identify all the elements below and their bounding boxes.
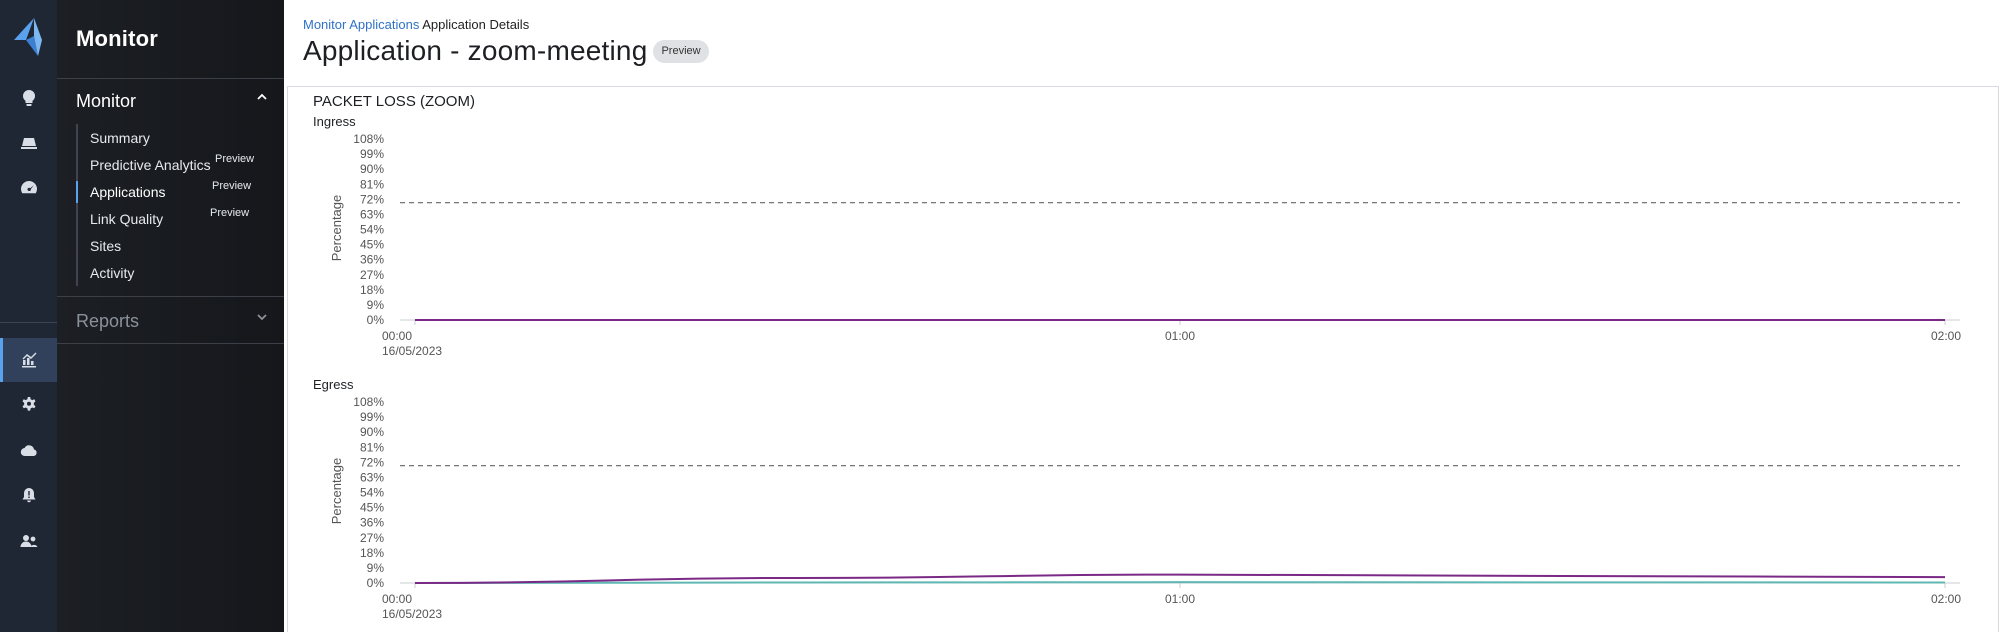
sidebar-item-link-quality[interactable]: Link Quality Preview — [78, 205, 276, 232]
y-tick-label: 9% — [367, 561, 385, 575]
x-tick-label: 02:00 — [1931, 592, 1961, 606]
series-line — [414, 581, 1946, 584]
icon-rail — [0, 0, 57, 632]
breadcrumb-link[interactable]: Monitor Applications — [303, 17, 419, 32]
y-axis-label: Percentage — [329, 458, 344, 525]
sidebar-item-label: Activity — [90, 264, 135, 281]
device-icon[interactable] — [0, 121, 57, 165]
monitor-submenu: Summary Predictive Analytics Preview App… — [76, 124, 276, 286]
logo-icon[interactable] — [12, 18, 44, 56]
y-tick-label: 36% — [360, 253, 384, 267]
sidebar-item-label: Link Quality — [90, 210, 164, 227]
breadcrumb-current: Application Details — [422, 17, 530, 32]
y-tick-label: 72% — [360, 192, 384, 206]
y-tick-label: 99% — [360, 147, 384, 161]
sidebar-item-label: Predictive Analytics — [90, 156, 211, 173]
y-tick-label: 90% — [360, 425, 384, 439]
sidebar-item-label: Summary — [90, 129, 150, 146]
x-tick-label: 01:00 — [1165, 592, 1195, 606]
sidebar-item-sites[interactable]: Sites — [78, 232, 276, 259]
y-tick-label: 27% — [360, 268, 384, 282]
sidebar-item-activity[interactable]: Activity — [78, 259, 276, 286]
y-tick-label: 108% — [353, 132, 384, 146]
x-tick-sublabel: 16/05/2023 — [382, 344, 442, 358]
sidebar-item-label: Applications — [90, 183, 166, 200]
chart-title-ingress: Ingress — [313, 114, 356, 129]
chevron-up-icon — [257, 93, 267, 100]
sidebar-item-summary[interactable]: Summary — [78, 124, 276, 151]
y-tick-label: 108% — [353, 395, 384, 409]
y-tick-label: 36% — [360, 516, 384, 530]
gear-icon[interactable] — [0, 383, 57, 427]
y-tick-label: 81% — [360, 440, 384, 454]
x-tick-label: 00:00 — [382, 592, 412, 606]
y-tick-label: 90% — [360, 162, 384, 176]
y-tick-label: 45% — [360, 501, 384, 515]
sidebar-item-label: Sites — [90, 237, 122, 254]
y-tick-label: 54% — [360, 223, 384, 237]
y-tick-label: 63% — [360, 470, 384, 484]
preview-badge: Preview — [653, 40, 709, 63]
sidebar-item-predictive-analytics[interactable]: Predictive Analytics Preview — [78, 151, 276, 178]
page-title: Application - zoom-meeting — [303, 35, 648, 66]
y-tick-label: 18% — [360, 546, 384, 560]
sidebar-item-applications[interactable]: Applications Preview — [76, 178, 276, 205]
y-tick-label: 54% — [360, 486, 384, 500]
y-tick-label: 99% — [360, 410, 384, 424]
sidebar-nav: Monitor Monitor Summary Predictive Analy… — [57, 0, 284, 632]
main-content: Monitor Applications Application Details… — [284, 0, 2000, 632]
y-tick-label: 0% — [367, 576, 385, 590]
ingress-chart: 108%99%90%81%72%63% 54%45%36%27%18%9%0% Pe… — [329, 132, 1961, 358]
y-tick-label: 0% — [367, 313, 385, 327]
panel-title: PACKET LOSS (ZOOM) — [313, 93, 475, 110]
nav-title: Monitor — [76, 26, 159, 51]
y-tick-label: 63% — [360, 207, 384, 221]
preview-tag: Preview — [215, 153, 255, 165]
section-reports-label: Reports — [76, 311, 140, 331]
egress-chart: 108%99%90%81%72%63% 54%45%36%27%18%9%0% Pe… — [329, 395, 1961, 621]
x-tick-label: 01:00 — [1165, 329, 1195, 343]
preview-tag: Preview — [210, 207, 250, 219]
y-tick-label: 18% — [360, 283, 384, 297]
cloud-icon[interactable] — [0, 429, 57, 473]
y-axis-label: Percentage — [329, 195, 344, 262]
alert-bell-icon[interactable] — [0, 474, 57, 518]
chart-title-egress: Egress — [313, 377, 354, 392]
breadcrumb: Monitor Applications Application Details — [303, 17, 529, 32]
y-tick-label: 72% — [360, 455, 384, 469]
users-icon[interactable] — [0, 519, 57, 563]
y-tick-label: 45% — [360, 238, 384, 252]
y-tick-label: 27% — [360, 531, 384, 545]
section-monitor[interactable]: Monitor — [76, 91, 268, 112]
analytics-chart-icon[interactable] — [0, 338, 57, 382]
section-monitor-label: Monitor — [76, 91, 137, 111]
x-tick-sublabel: 16/05/2023 — [382, 607, 442, 621]
x-tick-label: 02:00 — [1931, 329, 1961, 343]
dashboard-gauge-icon[interactable] — [0, 166, 57, 210]
y-tick-label: 81% — [360, 177, 384, 191]
lightbulb-icon[interactable] — [0, 76, 57, 120]
chevron-down-icon — [257, 314, 267, 321]
section-reports[interactable]: Reports — [76, 311, 268, 332]
preview-tag: Preview — [212, 180, 252, 192]
x-tick-label: 00:00 — [382, 329, 412, 343]
y-tick-label: 9% — [367, 298, 385, 312]
